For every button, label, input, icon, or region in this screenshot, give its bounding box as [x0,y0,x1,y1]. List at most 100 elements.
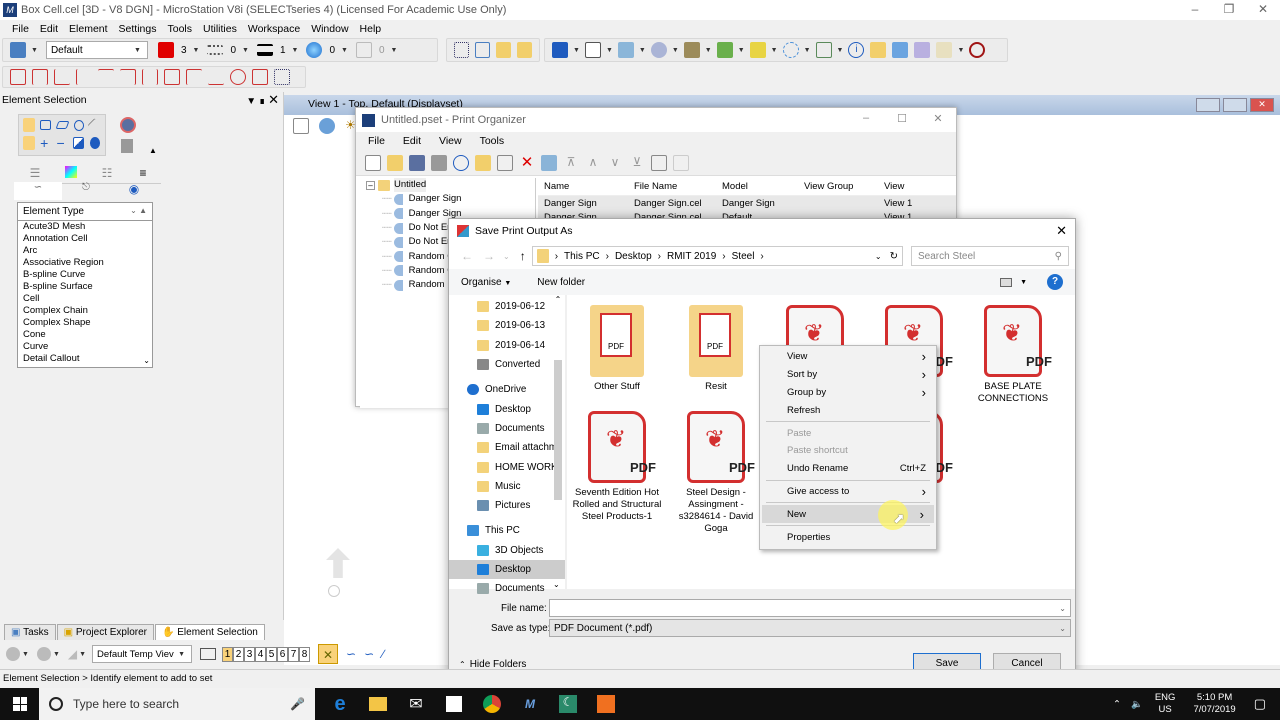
dim-ordinate-icon[interactable] [76,69,92,85]
move-up-icon[interactable]: ∧ [585,155,601,171]
col-name[interactable]: Name [538,181,634,192]
microphone-icon[interactable]: 🎤 [290,697,305,711]
color-tab-icon[interactable] [65,166,77,178]
collapse-arrow-icon[interactable]: ▲ [149,146,157,155]
circle-select-icon[interactable] [74,120,85,131]
menu-window[interactable]: Window [311,23,348,35]
context-menu-item[interactable]: Undo Rename Ctrl+Z [760,460,936,478]
element-type-item[interactable]: Acute3D Mesh [18,221,152,233]
panel-close-icon[interactable]: ✕ [268,92,279,107]
po-close-button[interactable]: ✕ [920,112,956,125]
delete-icon[interactable]: ✕ [519,154,535,171]
col-view-group[interactable]: View Group [804,181,884,192]
help-icon[interactable]: ? [1047,274,1063,290]
nav-item[interactable]: HOME WORK [449,457,565,476]
dim-size-icon[interactable] [32,69,48,85]
view-attributes-icon-2[interactable]: ◢ [68,647,77,661]
microstation-taskbar-icon[interactable]: M [511,688,549,720]
line-weight-icon[interactable] [256,44,273,56]
view-attributes-toggle-icon[interactable] [293,118,309,134]
document-icon[interactable] [584,42,601,58]
view-groups-icon[interactable] [200,648,217,660]
col-model[interactable]: Model [722,181,804,192]
start-button[interactable] [13,697,27,711]
view-number-button[interactable]: 3 [244,646,256,662]
context-menu-item[interactable]: Paste [760,424,936,442]
dim-box-icon[interactable] [164,69,180,85]
element-type-item[interactable]: Arc [18,245,152,257]
block-select-icon[interactable] [40,120,52,130]
find-icon[interactable] [870,42,887,58]
add-selection-icon[interactable]: + [40,136,50,150]
dialog-close-button[interactable]: ✕ [1056,223,1067,239]
nav-item[interactable]: 3D Objects [449,541,565,560]
accudraw-icon[interactable]: ✕ [318,644,339,664]
nav-item[interactable]: 2019-06-13 [449,316,565,335]
mail-icon[interactable]: ✉ [397,688,435,720]
up-button[interactable]: ↑ [520,249,526,263]
forward-button[interactable]: → [483,249,495,263]
col-view[interactable]: View [884,181,944,192]
next-view-icon[interactable] [36,647,51,661]
dim-location-icon[interactable] [120,69,136,85]
context-menu-item[interactable]: Properties [760,528,936,546]
menu-help[interactable]: Help [360,23,382,35]
level-tab-icon[interactable]: ☰ [17,166,53,183]
compare-icon[interactable] [892,42,909,58]
tab-tasks[interactable]: ▣ Tasks [4,624,56,640]
crumb-this-pc[interactable]: This PC [564,251,600,262]
nav-item[interactable]: Desktop [449,559,565,580]
nav-item[interactable]: 2019-06-14 [449,336,565,355]
nav-item[interactable]: Email attachm [449,438,565,457]
menu-settings[interactable]: Settings [119,23,157,35]
dim-element-icon[interactable] [10,69,26,85]
view-box-icon[interactable] [552,42,568,58]
save-icon[interactable] [409,154,425,171]
dim-linear-icon[interactable] [142,69,158,85]
nav-item[interactable]: This PC [449,521,565,540]
move-down-icon[interactable]: ∨ [607,155,623,171]
open-icon[interactable] [387,154,403,171]
context-menu-item[interactable]: Give access to › [760,483,936,501]
po-minimize-button[interactable]: – [848,112,884,125]
view-number-button[interactable]: 7 [288,646,300,662]
nav-scrollbar[interactable]: ⌃ ⌄ [553,295,563,589]
col-file-name[interactable]: File Name [634,181,722,192]
open-folder-icon[interactable] [496,42,512,58]
view-restore-button[interactable] [1223,98,1247,112]
analyze-icon[interactable] [782,42,799,58]
list-header[interactable]: Element Type [23,206,84,217]
minimize-button[interactable]: – [1178,0,1212,20]
up-level-icon[interactable] [673,154,689,171]
recorder-icon[interactable] [587,688,625,720]
element-type-item[interactable]: B-spline Surface [18,281,152,293]
view-number-button[interactable]: 4 [255,646,267,662]
level-combo[interactable]: Default ▼ [45,41,148,59]
active-color-swatch[interactable] [157,42,174,58]
element-type-item[interactable]: B-spline Curve [18,269,152,281]
menu-tools[interactable]: Tools [168,23,193,35]
properties-icon[interactable] [541,154,557,171]
menu-utilities[interactable]: Utilities [203,23,237,35]
place-line-icon[interactable]: ∽ [364,647,374,661]
scroll-down-icon[interactable]: ⌄ [143,356,150,365]
pointer-icon[interactable] [121,139,133,153]
new-folder-button[interactable]: New folder [537,277,585,288]
element-type-item[interactable]: Associative Region [18,257,152,269]
view-number-button[interactable]: 2 [233,646,245,662]
view-number-button[interactable]: 8 [299,646,311,662]
view-number-button[interactable]: 6 [277,646,289,662]
element-type-list[interactable]: Element Type ⌄ ▲ Acute3D Mesh Annotation C… [17,202,153,368]
nav-item[interactable]: Documents [449,419,565,438]
levels-icon[interactable] [749,42,766,58]
element-type-item[interactable]: Cell [18,293,152,305]
file-item[interactable]: PDF Resit [671,305,761,393]
pin-icon[interactable]: ∎ [259,96,265,107]
tray-overflow-icon[interactable]: ⌃ [1113,699,1121,710]
back-button[interactable]: ← [461,249,473,263]
store-icon[interactable] [435,688,473,720]
file-explorer-icon[interactable] [359,688,397,720]
clock[interactable]: 5:10 PM 7/07/2019 [1193,692,1235,716]
view-display-icon[interactable] [319,118,335,134]
display-mode-icon[interactable] [651,154,667,171]
